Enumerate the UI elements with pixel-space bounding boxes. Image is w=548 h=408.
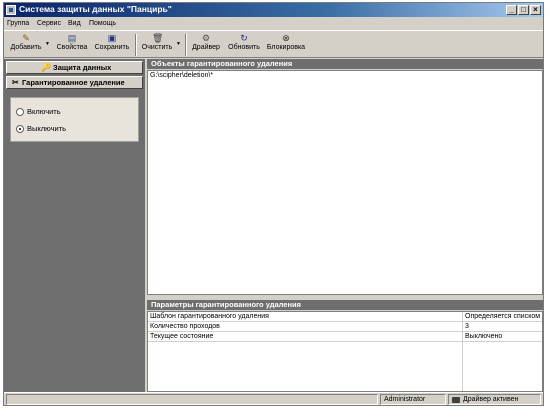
- clear-dropdown-icon[interactable]: ▼: [176, 41, 181, 47]
- save-button[interactable]: ▣ Сохранить: [93, 32, 131, 56]
- add-label: Добавить: [10, 44, 42, 51]
- properties-button[interactable]: ▤ Свойства: [54, 32, 90, 56]
- radio-enable-label: Включить: [27, 107, 61, 116]
- param-key: Шаблон гарантированного удаления: [150, 313, 269, 320]
- status-bar: Administrator Драйвер активен: [4, 392, 543, 405]
- lock-label: Блокировка: [266, 44, 306, 51]
- status-cell-user: Administrator: [380, 394, 446, 405]
- param-value: Определяется списком: [465, 313, 541, 320]
- param-value: Выключено: [465, 333, 503, 340]
- objects-list[interactable]: G:\scipher\deletion\*: [147, 70, 543, 295]
- params-header: Параметры гарантированного удаления: [147, 300, 543, 310]
- sidebar-item-data-protection[interactable]: 🔑 Защита данных: [6, 61, 143, 74]
- radio-disable-circle[interactable]: [16, 125, 24, 133]
- sidebar: 🔑 Защита данных ✂ Гарантированное удален…: [4, 59, 145, 392]
- radio-enable-circle[interactable]: [16, 108, 24, 116]
- driver-label: Драйвер: [192, 44, 220, 51]
- table-row[interactable]: Шаблон гарантированного удаления Определ…: [148, 312, 542, 322]
- add-button[interactable]: ✎ Добавить ▼: [8, 32, 50, 56]
- status-driver: Драйвер активен: [463, 396, 519, 403]
- app-icon: [6, 5, 16, 15]
- menu-bar: Группа Сервис Вид Помощь: [4, 18, 543, 30]
- status-user: Administrator: [384, 396, 426, 403]
- radio-disable-label: Выключить: [27, 124, 67, 133]
- refresh-icon: ↻: [240, 33, 248, 43]
- sidebar-item-label: Защита данных: [53, 63, 112, 72]
- add-dropdown-icon[interactable]: ▼: [45, 41, 50, 47]
- deletion-mode-panel: Включить Выключить: [10, 97, 139, 142]
- properties-icon: ▤: [67, 33, 77, 43]
- status-cell-driver: Драйвер активен: [448, 394, 541, 405]
- window-title: Система защиты данных "Панцирь": [19, 4, 172, 14]
- toolbar-separator: [135, 34, 137, 56]
- param-key: Текущее состояние: [150, 333, 214, 340]
- status-cell-main: [6, 394, 378, 405]
- close-button[interactable]: ×: [530, 5, 541, 15]
- clear-button[interactable]: 🗑 Очистить ▼: [139, 32, 181, 56]
- save-icon: ▣: [107, 33, 117, 43]
- key-icon: 🔑: [41, 63, 51, 72]
- title-bar: Система защиты данных "Панцирь" _ □ ×: [4, 3, 543, 17]
- gear-icon: ⚙: [201, 33, 211, 43]
- params-table: Шаблон гарантированного удаления Определ…: [147, 311, 543, 392]
- maximize-button[interactable]: □: [518, 5, 529, 15]
- main-area: Объекты гарантированного удаления G:\sci…: [147, 59, 543, 392]
- sidebar-item-guaranteed-deletion[interactable]: ✂ Гарантированное удаление: [6, 76, 143, 89]
- lock-button[interactable]: ⊗ Блокировка: [266, 32, 306, 56]
- objects-header: Объекты гарантированного удаления: [147, 59, 543, 69]
- properties-label: Свойства: [56, 44, 88, 51]
- toolbar-separator: [185, 34, 187, 56]
- toolbar: ✎ Добавить ▼ ▤ Свойства ▣ Сохранить 🗑 Оч…: [4, 30, 543, 58]
- param-key: Количество проходов: [150, 323, 220, 330]
- driver-button[interactable]: ⚙ Драйвер: [190, 32, 222, 56]
- menu-help[interactable]: Помощь: [89, 20, 116, 27]
- refresh-button[interactable]: ↻ Обновить: [226, 32, 262, 56]
- trash-icon: 🗑: [152, 33, 164, 43]
- table-row[interactable]: Количество проходов 3: [148, 322, 542, 332]
- menu-service[interactable]: Сервис: [37, 20, 61, 27]
- refresh-label: Обновить: [228, 44, 260, 51]
- menu-group[interactable]: Группа: [7, 20, 29, 27]
- clear-label: Очистить: [141, 44, 173, 51]
- block-icon: ⊗: [282, 33, 290, 43]
- app-window: Система защиты данных "Панцирь" _ □ × Гр…: [3, 2, 544, 406]
- driver-status-icon: [452, 397, 460, 403]
- add-icon: ✎: [22, 33, 30, 43]
- table-row[interactable]: Текущее состояние Выключено: [148, 332, 542, 342]
- param-value: 3: [465, 323, 469, 330]
- save-label: Сохранить: [94, 44, 130, 51]
- list-item[interactable]: G:\scipher\deletion\*: [150, 72, 213, 79]
- delete-icon: ✂: [12, 78, 19, 87]
- minimize-button[interactable]: _: [506, 5, 517, 15]
- sidebar-item-label: Гарантированное удаление: [22, 78, 125, 87]
- menu-view[interactable]: Вид: [68, 20, 81, 27]
